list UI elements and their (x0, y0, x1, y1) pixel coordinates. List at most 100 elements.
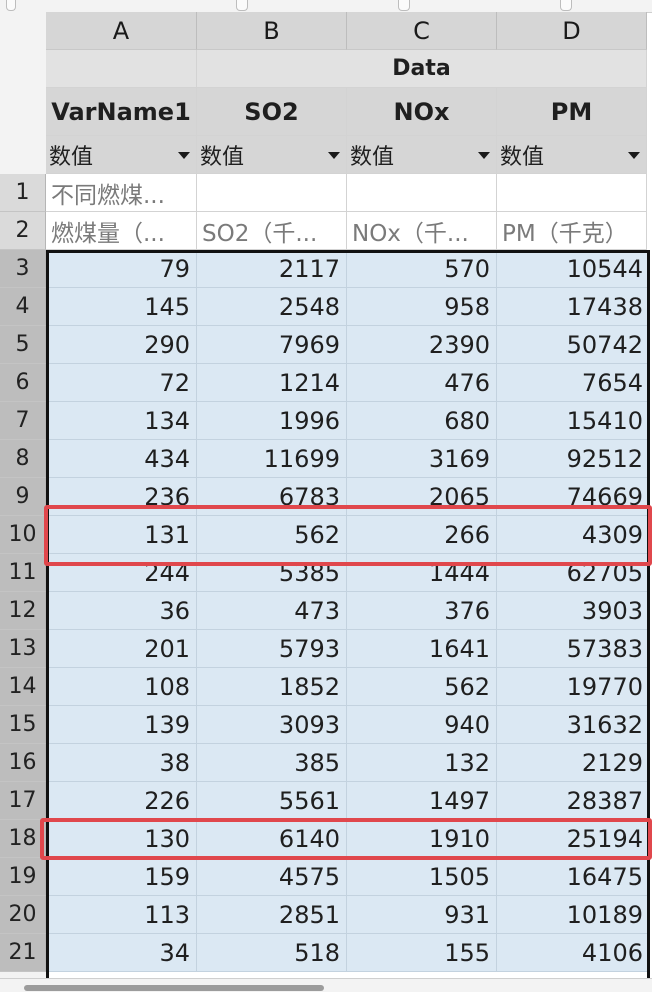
table-cell[interactable]: 145 (46, 288, 197, 326)
table-cell[interactable]: 108 (46, 668, 197, 706)
table-cell[interactable]: NOx（千... (347, 212, 497, 250)
table-cell[interactable]: 570 (347, 250, 497, 288)
horizontal-scrollbar[interactable] (0, 978, 652, 992)
table-cell[interactable]: 290 (46, 326, 197, 364)
table-cell[interactable]: 28387 (497, 782, 650, 820)
row-header[interactable]: 13 (0, 630, 46, 668)
table-cell[interactable]: 1641 (347, 630, 497, 668)
table-cell[interactable]: 2548 (197, 288, 347, 326)
table-cell[interactable]: 3903 (497, 592, 650, 630)
table-cell[interactable]: 940 (347, 706, 497, 744)
row-header[interactable]: 5 (0, 326, 46, 364)
varname-header-b[interactable]: SO2 (197, 88, 347, 136)
table-cell[interactable]: 38 (46, 744, 197, 782)
table-cell[interactable]: 燃煤量（... (46, 212, 197, 250)
table-cell[interactable]: 139 (46, 706, 197, 744)
table-cell[interactable]: 2129 (497, 744, 650, 782)
table-cell[interactable]: 62705 (497, 554, 650, 592)
type-dropdown-b[interactable]: 数值 (197, 136, 347, 174)
table-cell[interactable]: 25194 (497, 820, 650, 858)
table-cell[interactable]: 4106 (497, 934, 650, 972)
table-cell[interactable]: 6140 (197, 820, 347, 858)
table-cell[interactable]: 2851 (197, 896, 347, 934)
dropdown-arrow-icon[interactable] (328, 152, 340, 159)
table-cell[interactable]: 1996 (197, 402, 347, 440)
row-header[interactable]: 17 (0, 782, 46, 820)
table-cell[interactable]: 7969 (197, 326, 347, 364)
table-cell[interactable]: 476 (347, 364, 497, 402)
table-cell[interactable]: 31632 (497, 706, 650, 744)
row-header[interactable]: 15 (0, 706, 46, 744)
table-cell[interactable]: 434 (46, 440, 197, 478)
table-cell[interactable]: 11699 (197, 440, 347, 478)
table-cell[interactable]: 19770 (497, 668, 650, 706)
row-header[interactable]: 20 (0, 896, 46, 934)
table-cell[interactable] (497, 174, 647, 212)
row-header[interactable]: 9 (0, 478, 46, 516)
type-dropdown-d[interactable]: 数值 (497, 136, 647, 174)
table-cell[interactable]: 244 (46, 554, 197, 592)
table-cell[interactable]: 3093 (197, 706, 347, 744)
varname-header-c[interactable]: NOx (347, 88, 497, 136)
type-dropdown-a[interactable]: 数值 (46, 136, 197, 174)
table-cell[interactable]: 562 (347, 668, 497, 706)
table-cell[interactable]: 74669 (497, 478, 650, 516)
table-cell[interactable]: 5385 (197, 554, 347, 592)
table-cell[interactable]: 113 (46, 896, 197, 934)
column-header-d[interactable]: D (497, 12, 647, 50)
table-cell[interactable]: 201 (46, 630, 197, 668)
table-cell[interactable]: 385 (197, 744, 347, 782)
table-cell[interactable]: 473 (197, 592, 347, 630)
row-header[interactable]: 11 (0, 554, 46, 592)
table-cell[interactable]: 72 (46, 364, 197, 402)
row-header[interactable]: 6 (0, 364, 46, 402)
table-cell[interactable]: 1497 (347, 782, 497, 820)
table-cell[interactable]: 17438 (497, 288, 650, 326)
row-header[interactable]: 1 (0, 174, 46, 212)
table-cell[interactable]: 34 (46, 934, 197, 972)
table-cell[interactable]: 680 (347, 402, 497, 440)
table-cell[interactable]: 5561 (197, 782, 347, 820)
table-cell[interactable]: 1444 (347, 554, 497, 592)
table-cell[interactable]: 130 (46, 820, 197, 858)
table-cell[interactable]: PM（千克） (497, 212, 647, 250)
table-cell[interactable]: 132 (347, 744, 497, 782)
table-cell[interactable]: 92512 (497, 440, 650, 478)
type-dropdown-c[interactable]: 数值 (347, 136, 497, 174)
table-cell[interactable]: 1852 (197, 668, 347, 706)
column-header-c[interactable]: C (347, 12, 497, 50)
table-cell[interactable]: 2390 (347, 326, 497, 364)
table-cell[interactable]: 4309 (497, 516, 650, 554)
row-header[interactable]: 8 (0, 440, 46, 478)
row-header[interactable]: 10 (0, 516, 46, 554)
table-cell[interactable] (347, 174, 497, 212)
row-header[interactable]: 16 (0, 744, 46, 782)
row-header[interactable]: 4 (0, 288, 46, 326)
table-cell[interactable]: 131 (46, 516, 197, 554)
row-header[interactable]: 3 (0, 250, 46, 288)
table-cell[interactable]: 10544 (497, 250, 650, 288)
row-header[interactable]: 19 (0, 858, 46, 896)
table-cell[interactable]: 1505 (347, 858, 497, 896)
varname-header-d[interactable]: PM (497, 88, 647, 136)
table-cell[interactable]: 931 (347, 896, 497, 934)
table-cell[interactable]: 226 (46, 782, 197, 820)
column-header-b[interactable]: B (197, 12, 347, 50)
table-cell[interactable]: 958 (347, 288, 497, 326)
table-cell[interactable]: 79 (46, 250, 197, 288)
row-header[interactable]: 12 (0, 592, 46, 630)
row-header[interactable]: 14 (0, 668, 46, 706)
table-cell[interactable]: 16475 (497, 858, 650, 896)
table-cell[interactable]: 15410 (497, 402, 650, 440)
table-cell[interactable]: 1214 (197, 364, 347, 402)
table-cell[interactable]: 3169 (347, 440, 497, 478)
table-cell[interactable]: 7654 (497, 364, 650, 402)
table-cell[interactable]: SO2（千... (197, 212, 347, 250)
table-cell[interactable]: 376 (347, 592, 497, 630)
table-cell[interactable]: 155 (347, 934, 497, 972)
table-cell[interactable]: 50742 (497, 326, 650, 364)
table-cell[interactable]: 1910 (347, 820, 497, 858)
table-cell[interactable]: 57383 (497, 630, 650, 668)
dropdown-arrow-icon[interactable] (628, 152, 640, 159)
table-cell[interactable]: 不同燃煤... (46, 174, 197, 212)
